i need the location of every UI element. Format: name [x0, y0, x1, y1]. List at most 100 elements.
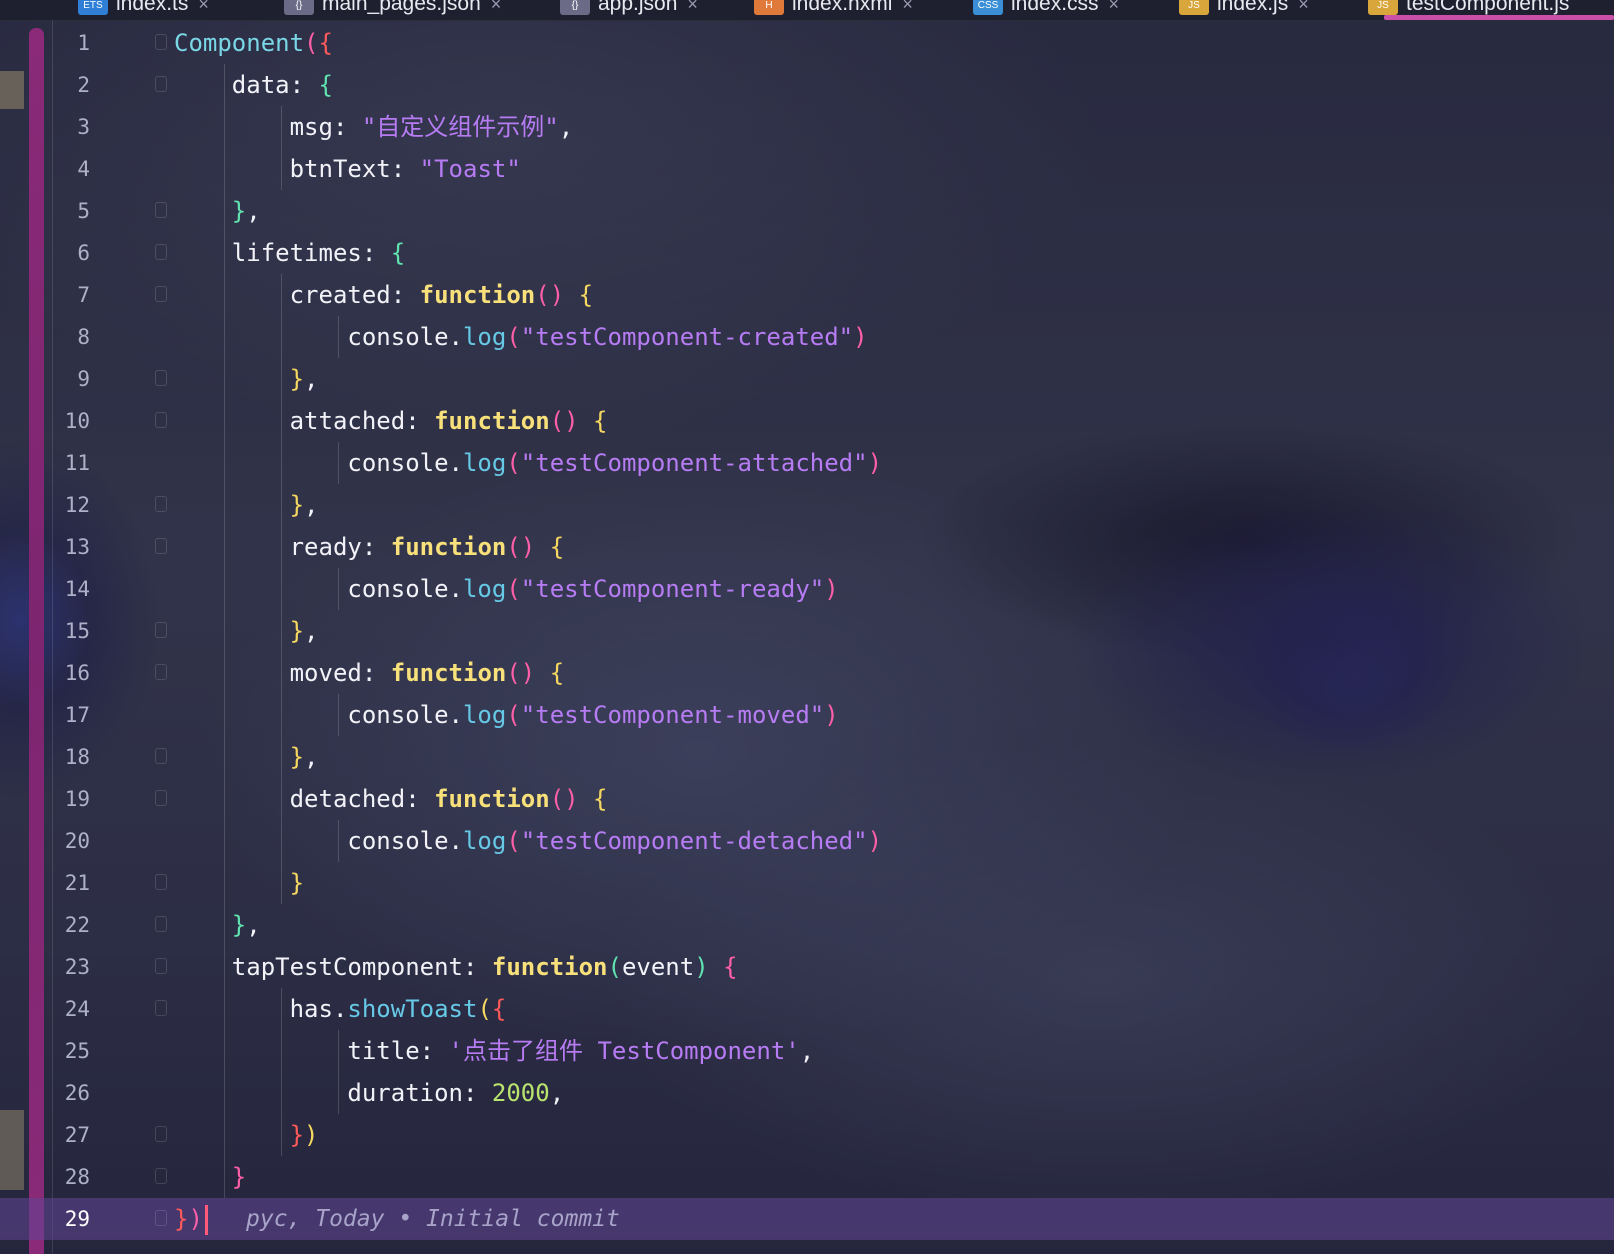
fold-chevron-icon[interactable] — [155, 496, 167, 512]
code-line[interactable]: 25 title: '点击了组件 TestComponent', — [0, 1030, 1614, 1072]
code-text: console.log("testComponent-attached") — [174, 442, 882, 484]
fold-chevron-icon[interactable] — [155, 34, 167, 50]
code-token: , — [246, 911, 261, 939]
close-icon[interactable]: × — [1109, 0, 1120, 15]
code-token: function — [390, 659, 507, 687]
code-token: } — [231, 1163, 247, 1191]
fold-chevron-icon[interactable] — [155, 748, 167, 764]
fold-chevron-icon[interactable] — [155, 1168, 167, 1184]
code-line[interactable]: 9 }, — [0, 358, 1614, 400]
fold-chevron-icon[interactable] — [155, 1210, 167, 1226]
close-icon[interactable]: × — [1298, 0, 1309, 15]
close-icon[interactable]: × — [198, 0, 209, 15]
code-token: } — [174, 1205, 189, 1233]
code-token: } — [289, 743, 305, 771]
code-line[interactable]: 8 console.log("testComponent-created") — [0, 316, 1614, 358]
line-number: 6 — [77, 241, 90, 265]
code-token: log — [462, 449, 507, 477]
fold-chevron-icon[interactable] — [155, 538, 167, 554]
line-number: 8 — [77, 325, 90, 349]
fold-chevron-icon[interactable] — [155, 1126, 167, 1142]
code-line[interactable]: 16 moved: function() { — [0, 652, 1614, 694]
fold-chevron-icon[interactable] — [155, 412, 167, 428]
code-token: { — [549, 533, 565, 561]
code-line[interactable]: 3 msg: "自定义组件示例", — [0, 106, 1614, 148]
code-editor[interactable]: 1 Component ( {2 data: {3 msg: "自定义组件示例", 4 … — [0, 22, 1614, 1240]
code-token: } — [289, 869, 305, 897]
code-line[interactable]: 11 console.log("testComponent-attached") — [0, 442, 1614, 484]
line-number: 21 — [64, 871, 90, 895]
code-token: { — [593, 407, 608, 435]
tab-index-js[interactable]: JS index.js × — [1179, 0, 1309, 17]
tab-label: index.css — [1011, 0, 1099, 15]
close-icon[interactable]: × — [902, 0, 913, 15]
code-line[interactable]: 26 duration: 2000, — [0, 1072, 1614, 1114]
code-line[interactable]: 24 has.showToast({ — [0, 988, 1614, 1030]
close-icon[interactable]: × — [491, 0, 502, 15]
code-token: ( — [506, 827, 521, 855]
tab-label: index.hxml — [792, 0, 893, 15]
fold-chevron-icon[interactable] — [155, 874, 167, 890]
code-line[interactable]: 5 }, — [0, 190, 1614, 232]
code-token: , — [304, 617, 319, 645]
code-line[interactable]: 18 }, — [0, 736, 1614, 778]
code-token: function — [434, 407, 550, 435]
fold-chevron-icon[interactable] — [155, 76, 167, 92]
fold-chevron-icon[interactable] — [155, 370, 167, 386]
tab-index-ts[interactable]: ETS index.ts × — [78, 0, 209, 17]
code-text: console.log("testComponent-created") — [174, 316, 867, 358]
code-line[interactable]: 12 }, — [0, 484, 1614, 526]
code-line[interactable]: 20 console.log("testComponent-detached") — [0, 820, 1614, 862]
code-line[interactable]: 10 attached: function() { — [0, 400, 1614, 442]
line-number: 1 — [77, 31, 90, 55]
code-token: } — [289, 617, 305, 645]
fold-chevron-icon[interactable] — [155, 916, 167, 932]
code-line[interactable]: 15 }, — [0, 610, 1614, 652]
code-token: { — [578, 281, 594, 309]
close-icon[interactable]: × — [687, 0, 698, 15]
tab-app-json[interactable]: {} app.json × — [560, 0, 698, 17]
line-number: 18 — [64, 745, 90, 769]
code-line[interactable]: 19 detached: function() { — [0, 778, 1614, 820]
code-token: function — [491, 953, 608, 981]
code-line[interactable]: 29}) pyc, Today • Initial commit — [0, 1198, 1614, 1240]
fold-chevron-icon[interactable] — [155, 1000, 167, 1016]
fold-chevron-icon[interactable] — [155, 286, 167, 302]
code-line[interactable]: 6 lifetimes: { — [0, 232, 1614, 274]
line-number: 2 — [77, 73, 90, 97]
fold-chevron-icon[interactable] — [155, 790, 167, 806]
fold-chevron-icon[interactable] — [155, 958, 167, 974]
fold-chevron-icon[interactable] — [155, 244, 167, 260]
fold-chevron-icon[interactable] — [155, 622, 167, 638]
fold-chevron-icon[interactable] — [155, 664, 167, 680]
code-line[interactable]: 2 data: { — [0, 64, 1614, 106]
js-file-icon: JS — [1179, 0, 1209, 15]
code-token: ) — [867, 827, 883, 855]
tab-index-hxml[interactable]: Hindex.hxml × — [754, 0, 913, 17]
code-line[interactable]: 4 btnText: "Toast" — [0, 148, 1614, 190]
code-line[interactable]: 13 ready: function() { — [0, 526, 1614, 568]
code-token: Component — [174, 29, 305, 57]
html-file-icon: H — [754, 0, 784, 15]
code-line[interactable]: 27 }) — [0, 1114, 1614, 1156]
code-line[interactable]: 14 console.log("testComponent-ready") — [0, 568, 1614, 610]
code-line[interactable]: 1 Component({ — [0, 22, 1614, 64]
code-line[interactable]: 7 created: function() { — [0, 274, 1614, 316]
code-line[interactable]: 22 }, — [0, 904, 1614, 946]
tab-main-pages-json[interactable]: {} main_pages.json × — [284, 0, 501, 17]
code-text: has.showToast({ — [174, 988, 507, 1030]
code-text: msg: "自定义组件示例", — [174, 106, 574, 148]
code-line[interactable]: 17 console.log("testComponent-moved") — [0, 694, 1614, 736]
fold-chevron-icon[interactable] — [155, 202, 167, 218]
code-token: created — [174, 281, 391, 309]
tab-testcomponent-js[interactable]: JS testComponent.js — [1368, 0, 1569, 17]
css-file-icon: CSS — [973, 0, 1003, 15]
code-line[interactable]: 21 } — [0, 862, 1614, 904]
code-text: btnText: "Toast" — [174, 148, 521, 190]
line-number: 13 — [64, 535, 90, 559]
code-line[interactable]: 23 tapTestComponent: function(event) { — [0, 946, 1614, 988]
code-line[interactable]: 28 } — [0, 1156, 1614, 1198]
tab-index-css[interactable]: CSS index.css × — [973, 0, 1119, 17]
